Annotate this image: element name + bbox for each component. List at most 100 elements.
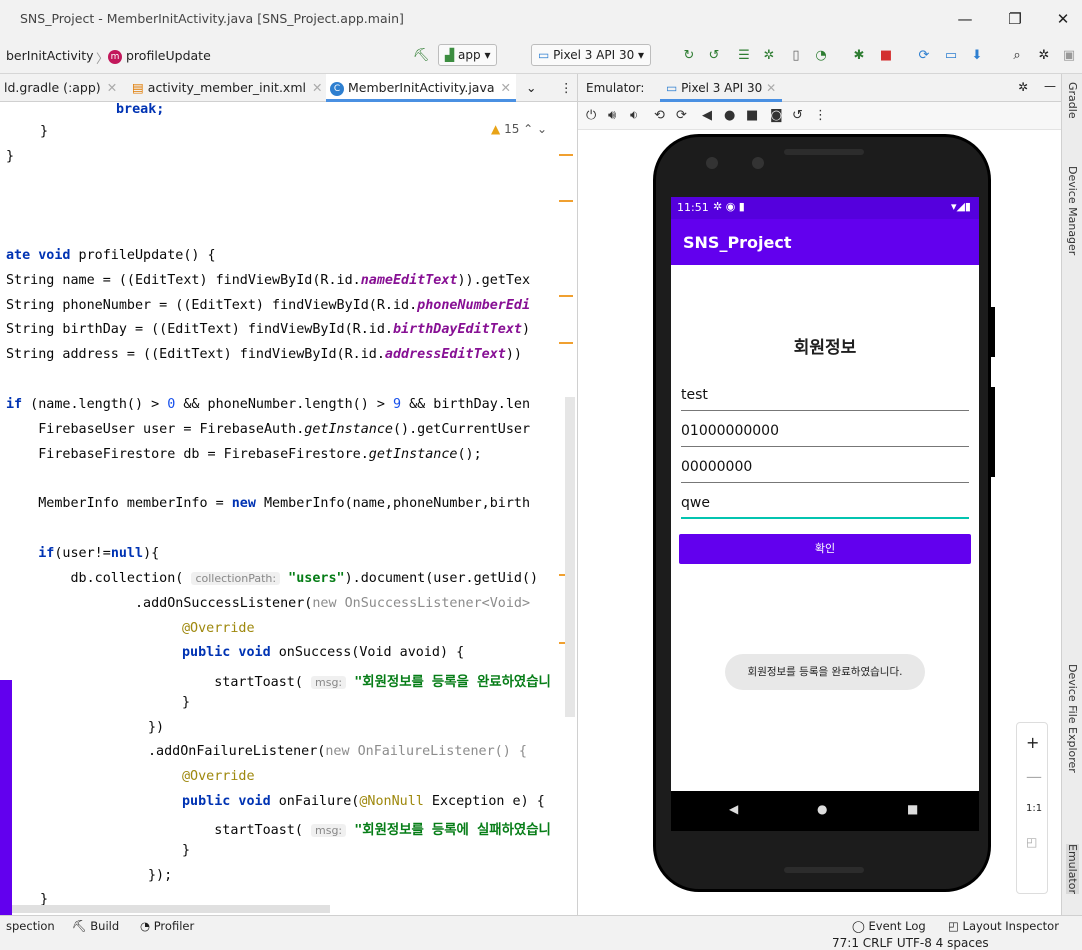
zoom-actual-size[interactable]: 1:1	[1026, 803, 1042, 814]
code-line: public void onSuccess(Void avoid) {	[182, 645, 465, 660]
zoom-in-icon[interactable]: +	[1026, 733, 1039, 752]
speaker-grill	[784, 867, 864, 873]
breadcrumb-separator: 〉	[96, 51, 109, 66]
device-screen[interactable]: 11:51 ✲ ◉ ▮ ▾◢▮ SNS_Project 회원정보 test 01…	[671, 197, 979, 831]
hammer-icon[interactable]: ⛏	[412, 47, 430, 65]
device-icon: ▭	[538, 48, 554, 62]
coverage-icon[interactable]: ▯	[787, 47, 805, 65]
attach-debugger-icon[interactable]: ✱	[850, 47, 868, 65]
breadcrumb-method[interactable]: m profileUpdate	[108, 48, 211, 64]
profiler-tool-button[interactable]: ◔ Profiler	[140, 919, 194, 933]
close-icon[interactable]: ✕	[766, 81, 776, 95]
device-select[interactable]: ▭ Pixel 3 API 30 ▾	[531, 44, 652, 66]
minimize-button[interactable]: —	[950, 8, 980, 30]
phone-number-field[interactable]: 01000000000	[681, 421, 969, 447]
back-icon[interactable]: ◀	[702, 108, 712, 123]
birthday-field[interactable]: 00000000	[681, 457, 969, 483]
warning-nav[interactable]: ⌃ ⌄	[523, 122, 547, 136]
profile-icon[interactable]: ◔	[812, 47, 830, 65]
layout-inspector-button[interactable]: ◰ Layout Inspector	[948, 919, 1059, 933]
emulator-label: Emulator:	[586, 81, 645, 95]
run-config-select[interactable]: ▟ app ▾	[438, 44, 498, 66]
minimize-panel-icon[interactable]: —	[1044, 79, 1056, 93]
fit-screen-icon[interactable]: ◰	[1026, 835, 1037, 849]
camera-lens	[706, 157, 718, 169]
camera-icon[interactable]: ◙	[770, 108, 783, 123]
apply-code-changes-icon[interactable]: ↺	[705, 47, 723, 65]
android-nav-bar: ◀ ● ■	[671, 791, 979, 831]
zoom-out-icon[interactable]: —	[1026, 767, 1042, 786]
navigation-bar: berInitActivity 〉 m profileUpdate ⛏ ▟ app…	[0, 38, 1082, 74]
address-field[interactable]: qwe	[681, 493, 969, 519]
close-icon[interactable]: ✕	[501, 80, 511, 95]
gear-icon[interactable]: ✲	[1035, 47, 1053, 65]
build-tool-button[interactable]: ⛏ Build	[72, 919, 119, 933]
name-field[interactable]: test	[681, 385, 969, 411]
confirm-button[interactable]: 확인	[679, 534, 971, 564]
event-log-button[interactable]: ◯ Event Log	[852, 919, 926, 933]
warning-marker[interactable]	[559, 200, 573, 202]
window-title: SNS_Project - MemberInitActivity.java [S…	[20, 11, 404, 26]
home-icon[interactable]: ●	[817, 802, 827, 816]
inspection-tool-button[interactable]: spection	[6, 919, 55, 933]
breadcrumb-method-label: profileUpdate	[126, 48, 211, 63]
warning-marker[interactable]	[559, 342, 573, 344]
device-icon: ▭	[666, 81, 682, 95]
status-bar-info[interactable]: 77:1 CRLF UTF-8 4 spaces	[832, 936, 989, 950]
account-icon[interactable]: ▣	[1060, 47, 1078, 65]
rotate-right-icon[interactable]: ⟳	[676, 108, 687, 123]
close-icon[interactable]: ✕	[107, 80, 117, 95]
more-options-icon[interactable]: ⋮	[814, 108, 827, 123]
warning-marker[interactable]	[559, 154, 573, 156]
home-icon[interactable]: ●	[724, 108, 735, 123]
method-icon: m	[108, 49, 122, 64]
warning-marker[interactable]	[559, 295, 573, 297]
apply-changes-icon[interactable]: ↻	[680, 47, 698, 65]
volume-down-icon[interactable]: 🔉︎	[630, 108, 638, 123]
gradle-sync-icon[interactable]: ⟳	[915, 47, 933, 65]
snapshot-icon[interactable]: ↺	[792, 108, 803, 123]
tab-member-init-activity[interactable]: C MemberInitActivity.java ✕	[326, 74, 516, 102]
hammer-icon: ⛏	[72, 919, 91, 933]
overview-icon[interactable]: ■	[746, 108, 758, 123]
profiler-label: Profiler	[153, 919, 195, 933]
code-line: public void onFailure(@NonNull Exception…	[182, 794, 545, 809]
rotate-left-icon[interactable]: ⟲	[654, 108, 665, 123]
code-line: })	[148, 720, 165, 735]
power-icon[interactable]: ⏻	[586, 108, 596, 123]
device-file-explorer-tool-button[interactable]: Device File Explorer	[1066, 664, 1079, 773]
code-line: String birthDay = ((EditText) findViewBy…	[6, 322, 531, 337]
tab-build-gradle[interactable]: ld.gradle (:app) ✕	[0, 74, 117, 102]
inspection-widget[interactable]: ▲ 15 ⌃ ⌄	[491, 122, 547, 136]
horizontal-scrollbar[interactable]	[10, 905, 330, 913]
code-line: FirebaseUser user = FirebaseAuth.getInst…	[6, 422, 531, 437]
avd-manager-icon[interactable]: ▭	[942, 47, 960, 65]
back-icon[interactable]: ◀	[729, 802, 738, 816]
tab-list-chevron-icon[interactable]: ⌄	[522, 74, 536, 102]
gradle-tool-button[interactable]: Gradle	[1066, 82, 1079, 119]
code-editor[interactable]: ▲ 15 ⌃ ⌄ break; } } ate void profileUpda…	[0, 102, 577, 915]
android-status-bar: 11:51 ✲ ◉ ▮ ▾◢▮	[671, 197, 979, 219]
status-time: 11:51	[677, 201, 709, 214]
breadcrumb-class[interactable]: berInitActivity	[6, 48, 94, 63]
device-manager-tool-button[interactable]: Device Manager	[1066, 166, 1079, 255]
event-log-label: Event Log	[868, 919, 926, 933]
more-tabs-icon[interactable]: ⋮	[556, 74, 573, 102]
overview-icon[interactable]: ■	[907, 802, 918, 816]
volume-up-icon[interactable]: 🔊︎	[608, 108, 616, 123]
stop-icon[interactable]: ■	[877, 47, 895, 65]
tab-activity-xml[interactable]: ▤ activity_member_init.xml ✕	[128, 74, 322, 102]
run-tests-icon[interactable]: ☰	[735, 47, 753, 65]
code-line: startToast( msg: "회원정보를 등록을 완료하였습니	[182, 675, 551, 690]
debug-icon[interactable]: ✲	[760, 47, 778, 65]
close-icon[interactable]: ✕	[312, 80, 322, 95]
vertical-scrollbar[interactable]	[565, 397, 575, 717]
maximize-button[interactable]: ❐	[1000, 8, 1030, 30]
emulator-toolbar: ⏻ 🔊︎ 🔉︎ ⟲ ⟳ ◀ ● ■ ◙ ↺ ⋮	[578, 102, 1062, 130]
close-button[interactable]: ✕	[1048, 8, 1078, 30]
emulator-tool-button[interactable]: Emulator	[1066, 844, 1079, 894]
gear-icon[interactable]: ✲	[1018, 80, 1028, 94]
tab-emulator-device[interactable]: ▭ Pixel 3 API 30 ✕	[660, 74, 783, 102]
search-icon[interactable]: ⌕	[1008, 47, 1026, 65]
sdk-manager-icon[interactable]: ⬇	[968, 47, 986, 65]
